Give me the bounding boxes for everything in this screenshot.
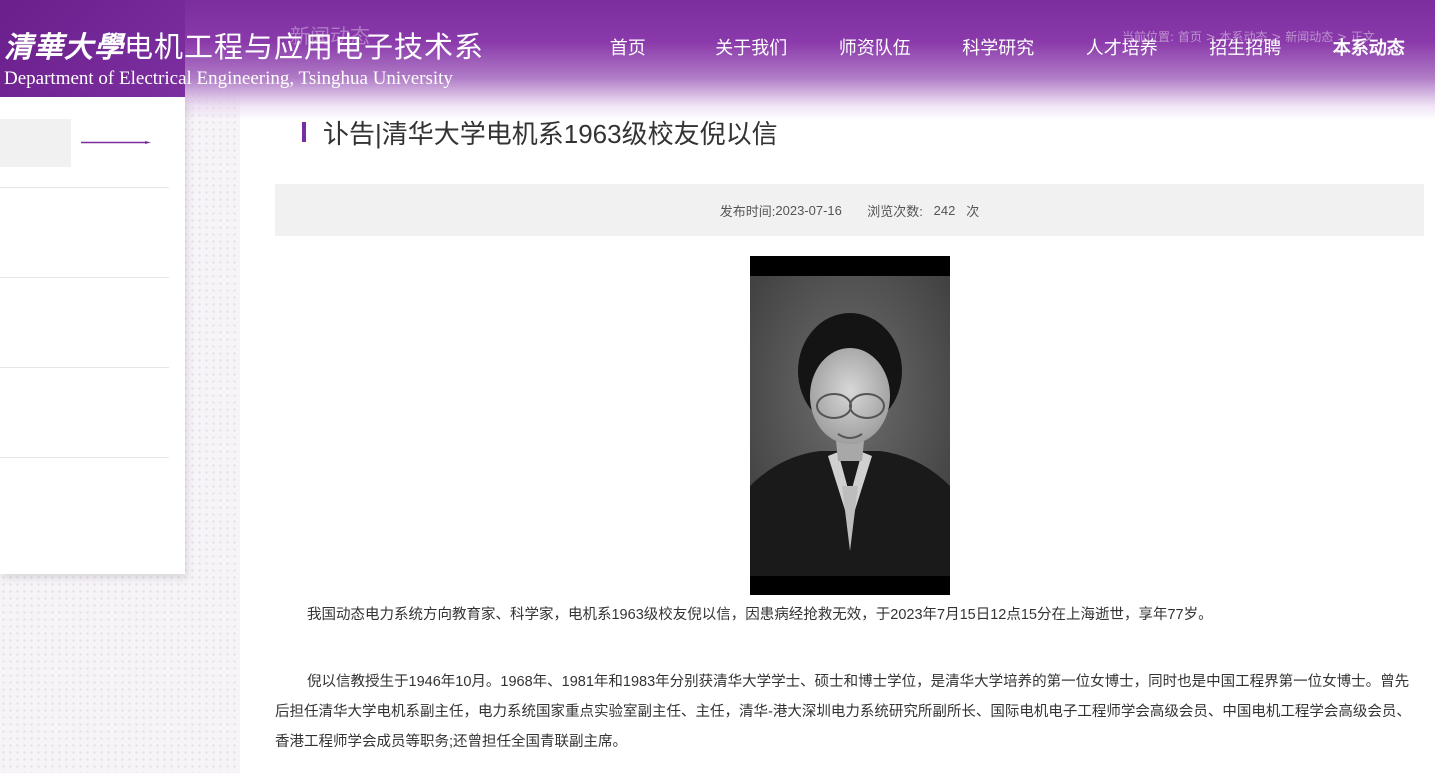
nav-item-research[interactable]: 科学研究 bbox=[937, 34, 1061, 64]
article-paragraph: 我国动态电力系统方向教育家、科学家，电机系1963级校友倪以信，因患病经抢救无效… bbox=[307, 607, 1213, 623]
nav-item-recruitment[interactable]: 招生招聘 bbox=[1184, 34, 1308, 64]
nav-item-about[interactable]: 关于我们 bbox=[690, 34, 814, 64]
nav-item-news[interactable]: 本系动态 bbox=[1307, 34, 1431, 64]
portrait-photo bbox=[750, 256, 950, 595]
sidebar-menu bbox=[0, 97, 185, 574]
sidebar-divider bbox=[0, 367, 169, 368]
title-accent-bar bbox=[302, 122, 306, 142]
sidebar-divider bbox=[0, 457, 169, 458]
views-label: 浏览次数: bbox=[867, 203, 923, 219]
sidebar-divider bbox=[0, 277, 169, 278]
sidebar-divider bbox=[0, 187, 169, 188]
nav-item-home[interactable]: 首页 bbox=[566, 34, 690, 64]
main-nav: 首页 关于我们 师资队伍 科学研究 人才培养 招生招聘 本系动态 bbox=[566, 34, 1435, 64]
site-header: 新闻动态 清華大學电机工程与应用电子技术系 Department of Elec… bbox=[0, 0, 1435, 120]
logo-university-script: 清華大學 bbox=[4, 30, 125, 64]
logo-department-name: 电机工程与应用电子技术系 bbox=[124, 30, 485, 64]
article-title: 讣告|清华大学电机系1963级校友倪以信 bbox=[323, 119, 778, 149]
publish-label: 发布时间: bbox=[719, 203, 776, 219]
site-logo[interactable]: 清華大學电机工程与应用电子技术系 bbox=[4, 24, 484, 66]
article-paragraph: 倪以信教授生于1946年10月。1968年、1981年和1983年分别获清华大学… bbox=[275, 674, 1411, 750]
sidebar-item-active[interactable] bbox=[0, 119, 71, 167]
nav-item-education[interactable]: 人才培养 bbox=[1060, 34, 1184, 64]
arrow-right-icon bbox=[81, 141, 151, 144]
nav-item-faculty[interactable]: 师资队伍 bbox=[813, 34, 937, 64]
views-count: 242 bbox=[933, 202, 956, 218]
views-unit: 次 bbox=[966, 203, 980, 219]
publish-date: 2023-07-16 bbox=[775, 202, 842, 218]
logo-english-name: Department of Electrical Engineering, Ts… bbox=[4, 68, 453, 89]
article-meta: 发布时间: 2023-07-16 浏览次数: 242 次 bbox=[275, 184, 1424, 236]
